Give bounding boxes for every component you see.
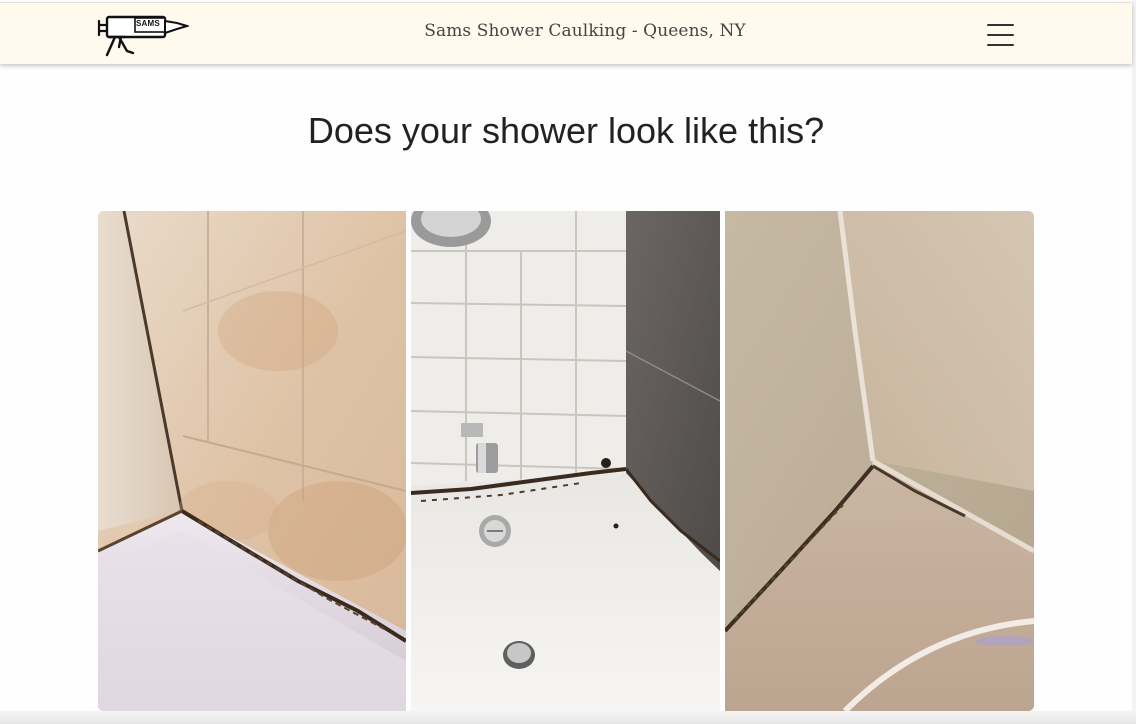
gallery-photo-2 [411, 211, 720, 711]
navbar: SAMS Sams Shower Caulking - Queens, NY [0, 2, 1132, 64]
page: SAMS Sams Shower Caulking - Queens, NY D… [0, 0, 1136, 724]
hamburger-menu-icon[interactable] [983, 19, 1017, 51]
scroll-edge [0, 711, 1136, 724]
moldy-corner-closeup-photo [725, 211, 1034, 711]
page-headline: Does your shower look like this? [307, 110, 825, 151]
gallery-photo-3 [725, 211, 1034, 711]
photo-gallery [98, 211, 1034, 711]
logo-text: SAMS [136, 19, 160, 28]
moldy-wall-tub-photo [98, 211, 406, 711]
site-title: Sams Shower Caulking - Queens, NY [424, 21, 746, 41]
gallery-photo-1 [98, 211, 406, 711]
moldy-tub-corner-photo [411, 211, 720, 711]
logo-link[interactable]: SAMS [97, 13, 189, 57]
